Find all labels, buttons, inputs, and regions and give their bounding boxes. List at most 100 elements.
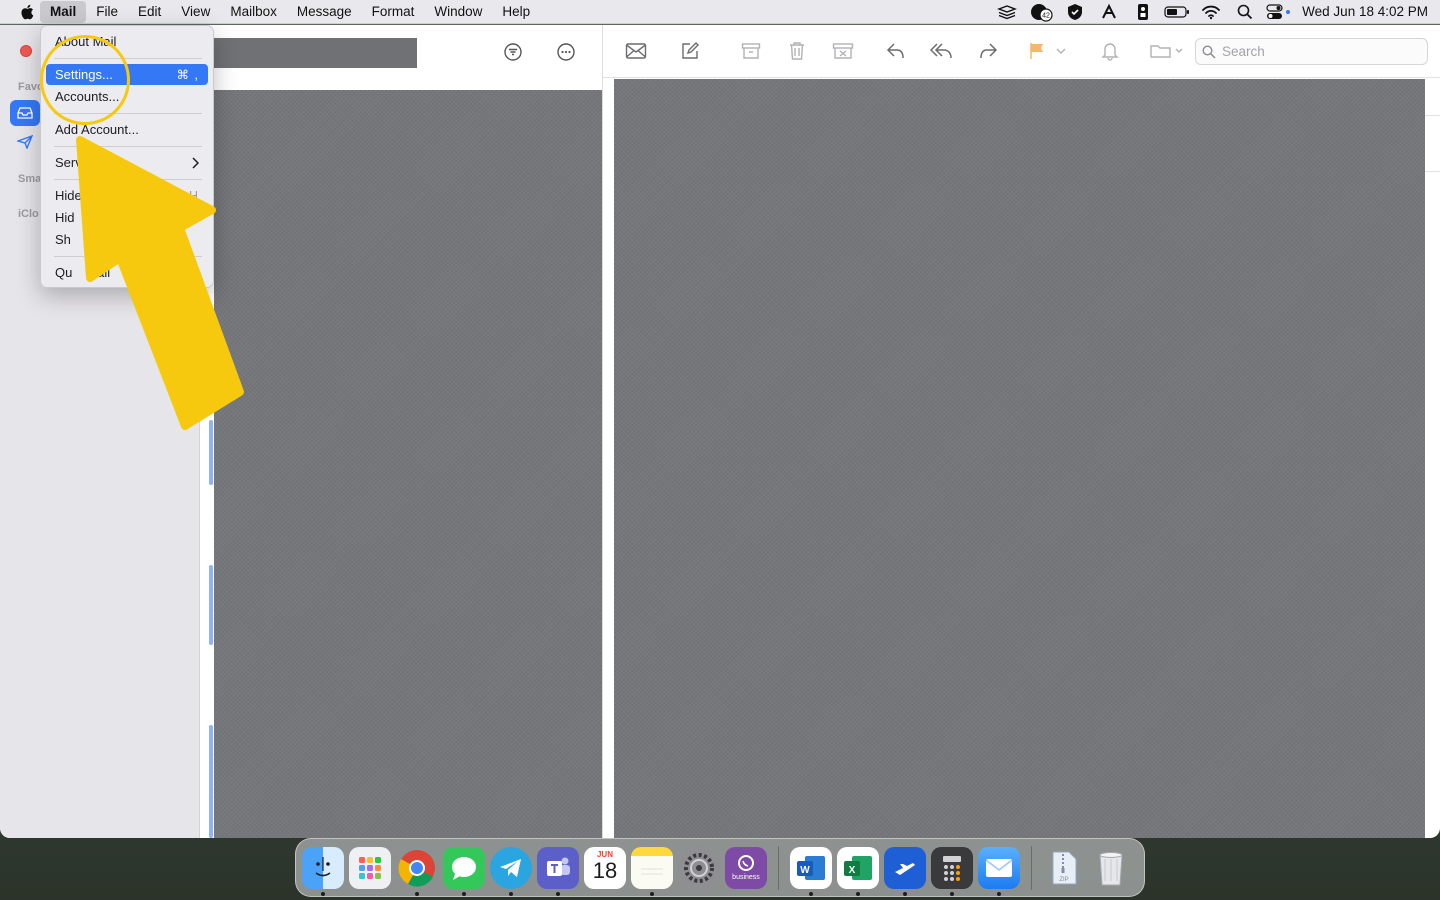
bell-icon[interactable] [1093,37,1127,65]
dock-app-mail[interactable] [978,846,1020,896]
dock: JUN 18 business W X ZIP [295,838,1145,897]
dock-app-excel[interactable]: X [837,846,879,896]
menu-mailbox[interactable]: Mailbox [220,1,287,23]
battery-icon[interactable] [1160,0,1194,24]
dock-app-finder[interactable] [302,846,344,896]
move-to-folder-icon[interactable] [1145,37,1189,65]
excel-icon: X [844,855,872,880]
paper-plane-icon [17,135,33,149]
running-indicator [950,891,954,896]
pane-divider[interactable] [602,25,603,838]
dock-divider [1031,845,1032,890]
archive-caption: ZIP [1059,877,1068,883]
archive-icon[interactable] [734,37,768,65]
dock-app-telegram[interactable] [490,846,532,896]
running-indicator [997,891,1001,896]
menu-view[interactable]: View [171,1,220,23]
teams-icon [547,857,570,876]
chrome-icon [398,849,435,886]
running-indicator [509,891,513,896]
trash-icon[interactable] [780,37,814,65]
reply-icon[interactable] [879,37,913,65]
list-selection-accent [209,565,213,645]
arrow-annotation [76,136,244,430]
dock-app-archive[interactable]: ZIP [1043,847,1085,889]
airplane-icon [895,862,915,875]
dock-app-messages[interactable] [443,846,485,896]
viber-icon [738,855,754,871]
close-window-button[interactable] [20,45,32,57]
menu-item-shortcut: ⌘ , [176,68,199,82]
dock-app-notes[interactable] [631,846,673,896]
calendar-day: 18 [592,857,618,883]
menu-mail[interactable]: Mail [40,0,87,23]
svg-text:W: W [800,865,810,876]
dock-divider [778,845,779,890]
running-indicator [903,891,907,896]
shield-icon[interactable] [1058,0,1092,24]
dock-app-dispatch[interactable] [884,846,926,896]
sidebar-item-sent[interactable] [10,129,40,155]
notification-badge-icon[interactable]: 42 [1024,0,1058,24]
compose-icon[interactable] [673,37,707,65]
menu-bar: Mail File Edit View Mailbox Message Form… [0,0,1440,24]
search-icon[interactable] [1228,0,1262,24]
sidebar-section-smart-mailboxes: Sma [18,173,42,185]
notification-badge-count: 42 [1042,12,1050,19]
menu-file[interactable]: File [86,1,128,23]
running-indicator [556,891,560,896]
gear-icon [684,852,714,883]
more-options-icon[interactable] [553,39,579,65]
filter-icon[interactable] [500,39,526,65]
search-input[interactable] [1222,44,1412,59]
notes-icon [641,868,663,874]
reply-all-icon[interactable] [925,37,959,65]
menu-edit[interactable]: Edit [128,1,171,23]
menu-message[interactable]: Message [287,1,362,23]
launchpad-icon [359,856,381,879]
get-mail-icon[interactable] [619,37,653,65]
running-indicator [321,891,325,896]
running-indicator [809,891,813,896]
creative-cloud-icon[interactable] [1092,0,1126,24]
dock-app-word[interactable]: W [790,846,832,896]
menu-bar-status: 42 Wed Jun 18 4:02 PM [990,0,1428,24]
dock-app-calendar[interactable]: JUN 18 [584,846,626,889]
message-viewer-redacted [614,79,1425,838]
running-indicator [856,891,860,896]
dock-app-chrome[interactable] [396,847,438,896]
search-field[interactable] [1195,38,1428,65]
layers-icon[interactable] [990,0,1024,24]
running-indicator [650,891,654,896]
flag-icon[interactable] [1020,37,1054,65]
menu-format[interactable]: Format [362,1,425,23]
dock-app-system-settings[interactable] [678,846,720,889]
divider [1425,171,1440,172]
junk-icon[interactable] [826,37,860,65]
inbox-icon [17,107,33,119]
dock-app-calculator[interactable] [931,846,973,896]
apple-icon[interactable] [14,0,40,24]
search-icon [1202,44,1216,59]
wifi-icon[interactable] [1194,0,1228,24]
mail-icon [985,858,1013,877]
calculator-icon [943,855,961,881]
menu-help[interactable]: Help [492,1,540,23]
dock-app-trash[interactable] [1090,847,1132,889]
menu-window[interactable]: Window [424,1,492,23]
divider [1425,115,1440,116]
chevron-down-icon[interactable] [1051,37,1071,65]
tag-icon[interactable] [1126,0,1160,24]
dock-app-viber[interactable]: business [725,846,767,889]
sidebar-item-inbox[interactable] [10,100,40,126]
dock-app-teams[interactable] [537,846,579,896]
finder-icon [315,856,331,876]
trash-icon [1099,851,1123,885]
viber-caption: business [732,874,760,881]
menu-bar-clock[interactable]: Wed Jun 18 4:02 PM [1296,4,1428,19]
forward-icon[interactable] [971,37,1005,65]
running-indicator [462,891,466,896]
control-center-icon[interactable] [1262,0,1296,24]
sidebar-section-icloud: iClo [18,208,39,220]
dock-app-launchpad[interactable] [349,846,391,889]
